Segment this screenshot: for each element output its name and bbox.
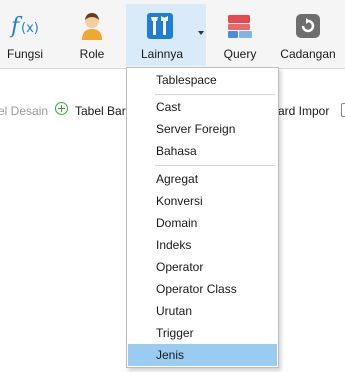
menu-item-operator-class[interactable]: Operator Class <box>128 278 277 300</box>
menu-item-urutan[interactable]: Urutan <box>128 300 277 322</box>
menu-separator <box>155 94 275 95</box>
toolbar-label-role: Role <box>79 47 105 61</box>
menu-item-jenis[interactable]: Jenis <box>128 344 277 366</box>
toolbar-label-lainnya: Lainnya <box>140 47 184 61</box>
toolbar-label-cadangan: Cadangan <box>280 47 336 61</box>
new-table-button[interactable]: Tabel Baru <box>75 104 132 118</box>
menu-separator <box>155 165 275 166</box>
toolbar-label-fungsi: Fungsi <box>6 47 44 61</box>
design-table-button[interactable]: el Desain <box>0 104 48 118</box>
backup-icon <box>296 14 320 38</box>
menu-item-tablespace[interactable]: Tablespace <box>128 69 277 91</box>
menu-item-cast[interactable]: Cast <box>128 96 277 118</box>
import-wizard-button[interactable]: zard Impor <box>272 104 329 118</box>
chevron-down-icon[interactable] <box>198 31 204 35</box>
function-icon: f (x) <box>9 14 39 39</box>
toolbar-button-fungsi[interactable]: f (x) Fungsi <box>0 4 50 66</box>
svg-text:(x): (x) <box>21 21 39 36</box>
main-toolbar: f (x) Fungsi Role Lainnya Query Cadangan <box>0 0 345 69</box>
menu-item-domain[interactable]: Domain <box>128 212 277 234</box>
toolbar-button-role[interactable]: Role <box>64 4 120 66</box>
menu-item-agregat[interactable]: Agregat <box>128 168 277 190</box>
menu-item-indeks[interactable]: Indeks <box>128 234 277 256</box>
toolbar-button-cadangan[interactable]: Cadangan <box>276 4 340 66</box>
toolbar-button-query[interactable]: Query <box>215 4 265 66</box>
menu-item-bahasa[interactable]: Bahasa <box>128 140 277 162</box>
toolbar-label-query: Query <box>223 47 257 61</box>
menu-item-konversi[interactable]: Konversi <box>128 190 277 212</box>
export-icon[interactable] <box>341 103 345 117</box>
query-icon <box>228 15 252 38</box>
menu-item-operator[interactable]: Operator <box>128 256 277 278</box>
menu-item-server-foreign[interactable]: Server Foreign <box>128 118 277 140</box>
add-circle-icon <box>55 102 68 115</box>
menu-item-trigger[interactable]: Trigger <box>128 322 277 344</box>
lainnya-dropdown-menu: Tablespace Cast Server Foreign Bahasa Ag… <box>126 67 279 368</box>
toolbar-button-lainnya[interactable]: Lainnya <box>126 4 206 66</box>
tools-icon <box>147 13 173 39</box>
user-role-icon <box>82 13 102 40</box>
